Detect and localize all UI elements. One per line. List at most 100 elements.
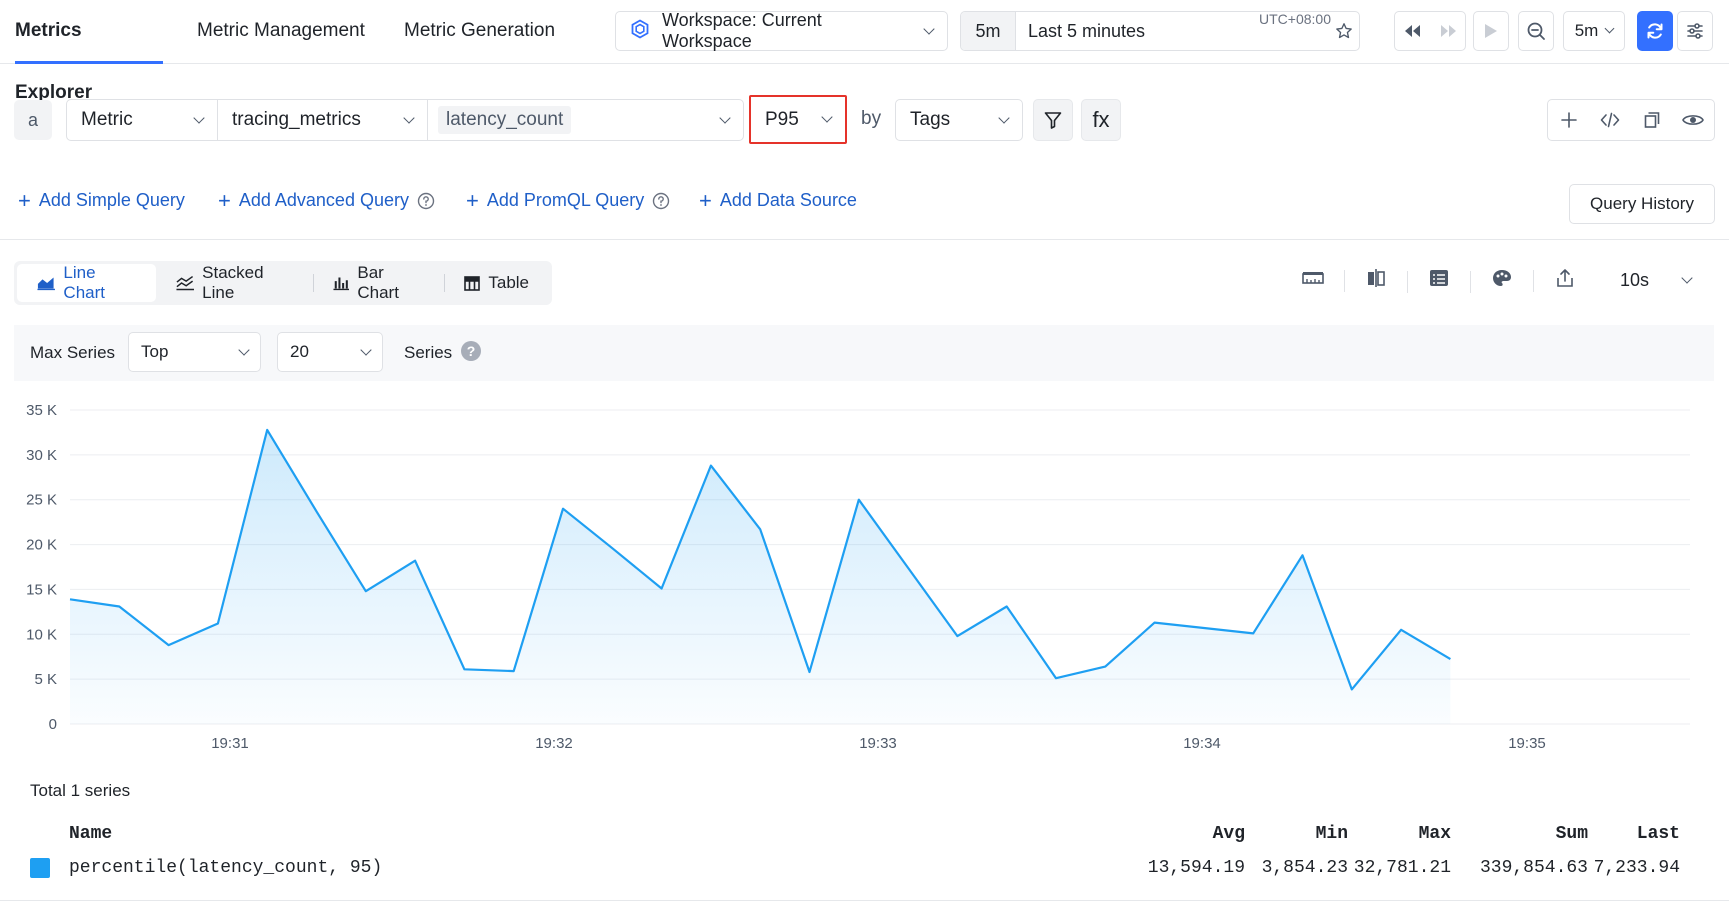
tab-metric-generation[interactable]: Metric Generation bbox=[404, 0, 555, 64]
refresh-interval-select[interactable]: 5m bbox=[1563, 11, 1625, 51]
function-button[interactable]: fx bbox=[1081, 99, 1121, 141]
copy-icon[interactable] bbox=[1631, 100, 1673, 140]
chart-type-tabs: Line Chart Stacked Line Bar Chart Table bbox=[14, 261, 552, 305]
add-simple-query-link[interactable]: + Add Simple Query bbox=[18, 189, 185, 211]
y-tick-label: 25 K bbox=[26, 492, 57, 509]
chart-tools bbox=[1281, 268, 1596, 293]
chevron-down-icon bbox=[719, 111, 731, 124]
source-type-select[interactable]: Metric bbox=[67, 100, 218, 140]
filter-button[interactable] bbox=[1033, 99, 1073, 141]
tab-metric-management[interactable]: Metric Management bbox=[197, 0, 365, 64]
col-avg[interactable]: Avg bbox=[1213, 824, 1245, 844]
add-data-source-link[interactable]: + Add Data Source bbox=[699, 189, 857, 211]
pin-icon[interactable] bbox=[1329, 22, 1359, 40]
eye-icon[interactable] bbox=[1673, 100, 1715, 140]
play-button[interactable] bbox=[1473, 11, 1509, 51]
tab-metrics-explorer[interactable]: Metrics Explorer bbox=[15, 0, 163, 103]
tab-label: Bar Chart bbox=[357, 263, 399, 302]
legend-list-icon[interactable] bbox=[1407, 269, 1470, 293]
query-letter[interactable]: a bbox=[14, 100, 52, 140]
ruler-icon[interactable] bbox=[1281, 269, 1344, 287]
add-advanced-query-link[interactable]: + Add Advanced Query bbox=[218, 189, 435, 211]
metric-group-value: tracing_metrics bbox=[232, 109, 361, 130]
y-tick-label: 35 K bbox=[26, 402, 57, 419]
time-range-picker[interactable]: 5m Last 5 minutes UTC+08:00 bbox=[960, 11, 1360, 51]
series-order-value: Top bbox=[141, 342, 169, 361]
help-icon[interactable]: ? bbox=[461, 341, 481, 361]
code-icon[interactable] bbox=[1590, 100, 1632, 140]
series-limit-select[interactable]: 20 bbox=[277, 332, 383, 372]
metric-name-select[interactable]: latency_count bbox=[428, 100, 743, 140]
tab-table[interactable]: Table bbox=[444, 264, 549, 302]
legend-row[interactable]: percentile(latency_count, 95) 13,594.19 … bbox=[28, 852, 1698, 886]
fast-forward-icon[interactable] bbox=[1430, 12, 1465, 50]
divider bbox=[0, 239, 1729, 240]
sliders-icon bbox=[1687, 23, 1703, 39]
tab-line-chart[interactable]: Line Chart bbox=[17, 263, 156, 302]
source-type-value: Metric bbox=[81, 109, 133, 130]
chevron-down-icon bbox=[403, 111, 415, 124]
time-preset[interactable]: 5m bbox=[961, 12, 1016, 50]
palette-icon[interactable] bbox=[1470, 269, 1533, 293]
chevron-down-icon bbox=[1604, 23, 1615, 34]
x-tick-label: 19:35 bbox=[1508, 735, 1546, 752]
zoom-out-button[interactable] bbox=[1518, 11, 1554, 51]
add-data-source-label: Add Data Source bbox=[719, 190, 857, 210]
workspace-select[interactable]: Workspace: Current Workspace bbox=[615, 10, 948, 51]
settings-button[interactable] bbox=[1677, 11, 1713, 51]
tab-label: Table bbox=[488, 273, 529, 292]
tab-stacked-line[interactable]: Stacked Line bbox=[156, 263, 313, 302]
top-nav: Metrics Explorer Metric Management Metri… bbox=[0, 0, 1729, 103]
add-icon[interactable] bbox=[1548, 100, 1590, 140]
y-tick-label: 10 K bbox=[26, 626, 57, 643]
tab-bar-chart[interactable]: Bar Chart bbox=[312, 263, 445, 302]
time-shift-group bbox=[1394, 11, 1466, 51]
query-builder: Metric tracing_metrics latency_count bbox=[66, 99, 744, 141]
chevron-down-icon bbox=[360, 343, 372, 356]
y-tick-label: 0 bbox=[49, 716, 57, 733]
legend-header: Name Avg Min Max Sum Last bbox=[28, 818, 1698, 852]
add-promql-query-link[interactable]: + Add PromQL Query bbox=[466, 187, 670, 213]
tab-label: Stacked Line bbox=[202, 263, 264, 302]
y-tick-label: 15 K bbox=[26, 581, 57, 598]
x-tick-label: 19:33 bbox=[859, 735, 897, 752]
series-color-swatch[interactable] bbox=[30, 858, 50, 878]
series-avg: 13,594.19 bbox=[1147, 858, 1245, 878]
col-last[interactable]: Last bbox=[1637, 824, 1680, 844]
help-icon[interactable] bbox=[417, 192, 435, 210]
query-actions bbox=[1547, 99, 1715, 141]
divider bbox=[0, 900, 1729, 901]
area-chart-icon bbox=[37, 277, 55, 291]
y-tick-label: 30 K bbox=[26, 447, 57, 464]
col-sum[interactable]: Sum bbox=[1556, 824, 1588, 844]
fx-label: fx bbox=[1092, 107, 1110, 132]
help-icon[interactable] bbox=[652, 192, 670, 210]
col-max[interactable]: Max bbox=[1419, 824, 1451, 844]
series-max: 32,781.21 bbox=[1353, 858, 1451, 878]
chevron-down-icon bbox=[923, 22, 935, 35]
chevron-down-icon bbox=[821, 111, 833, 123]
bar-chart-icon bbox=[333, 277, 349, 291]
rewind-icon[interactable] bbox=[1395, 12, 1430, 50]
refresh-icon bbox=[1647, 23, 1663, 39]
metric-group-select[interactable]: tracing_metrics bbox=[218, 100, 428, 140]
plus-icon: + bbox=[466, 187, 479, 213]
latency-chart[interactable]: 35 K 30 K 25 K 20 K 15 K 10 K 5 K 0 19:31 19:32 1… bbox=[0, 395, 1729, 765]
group-by-select[interactable]: Tags bbox=[895, 99, 1023, 141]
aggregation-select[interactable]: P95 bbox=[749, 95, 847, 144]
series-limit-value: 20 bbox=[290, 342, 309, 361]
add-promql-query-label: Add PromQL Query bbox=[486, 190, 645, 210]
series-min: 3,854.23 bbox=[1261, 858, 1348, 878]
refresh-button[interactable] bbox=[1637, 11, 1673, 51]
x-tick-label: 19:32 bbox=[535, 735, 573, 752]
x-tick-label: 19:31 bbox=[211, 735, 249, 752]
col-min[interactable]: Min bbox=[1316, 824, 1348, 844]
series-sum: 339,854.63 bbox=[1479, 858, 1588, 878]
export-icon[interactable] bbox=[1533, 268, 1596, 292]
step-select[interactable]: 10s bbox=[1620, 270, 1693, 291]
series-order-select[interactable]: Top bbox=[128, 332, 261, 372]
add-advanced-query-label: Add Advanced Query bbox=[238, 190, 409, 210]
tab-label: Line Chart bbox=[63, 263, 105, 302]
query-history-button[interactable]: Query History bbox=[1569, 184, 1715, 224]
compare-icon[interactable] bbox=[1344, 268, 1407, 292]
